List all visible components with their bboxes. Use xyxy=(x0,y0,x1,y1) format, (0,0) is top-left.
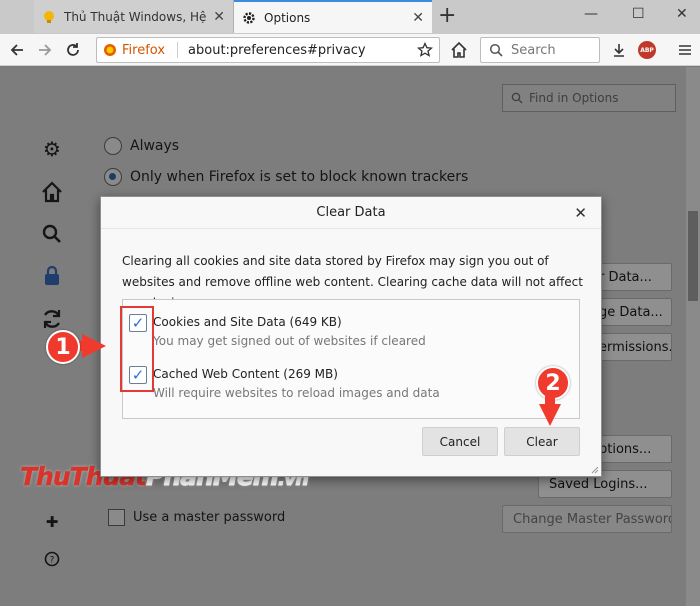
download-icon xyxy=(614,44,624,57)
sidebar-privacy[interactable] xyxy=(40,264,64,288)
clear-options-group: ✓ Cookies and Site Data (649 KB) You may… xyxy=(122,299,580,419)
option-cookies[interactable]: ✓ Cookies and Site Data (649 KB) You may… xyxy=(129,313,426,351)
clear-button[interactable]: Clear xyxy=(504,427,580,456)
puzzle-icon: ✚ xyxy=(45,513,59,531)
clear-data-dialog: Clear Data ✕ Clearing all cookies and si… xyxy=(100,196,602,477)
option-cache[interactable]: ✓ Cached Web Content (269 MB) Will requi… xyxy=(129,365,440,403)
sidebar-search[interactable] xyxy=(40,222,64,246)
tab-options[interactable]: Options ✕ xyxy=(234,0,432,33)
radio-trackers[interactable]: Only when Firefox is set to block known … xyxy=(104,168,468,186)
tab-thuthuat[interactable]: Thủ Thuật Windows, Hệ Điều H ✕ xyxy=(34,0,234,33)
url-divider xyxy=(177,42,179,58)
checkbox-label: Use a master password xyxy=(133,510,286,525)
arrow-right-icon xyxy=(82,334,106,358)
svg-text:?: ? xyxy=(50,556,55,566)
search-icon xyxy=(489,43,503,57)
dialog-title: Clear Data xyxy=(316,205,386,220)
radio-button[interactable] xyxy=(104,137,122,155)
option-label: Cookies and Site Data (649 KB) xyxy=(153,315,342,329)
sync-icon xyxy=(43,310,61,328)
new-tab-button[interactable]: + xyxy=(438,4,456,28)
checkbox[interactable] xyxy=(108,509,125,526)
change-master-password-button[interactable]: Change Master Password... xyxy=(502,505,672,533)
sidebar-extensions[interactable]: ✚ xyxy=(40,510,64,534)
radio-always[interactable]: Always xyxy=(104,137,179,155)
tab-close-icon[interactable]: ✕ xyxy=(412,10,424,26)
highlight-checkboxes xyxy=(120,306,154,392)
search-icon xyxy=(42,224,61,243)
nav-toolbar: Firefox about:preferences#privacy Search… xyxy=(0,34,700,66)
cancel-button[interactable]: Cancel xyxy=(422,427,498,456)
sidebar-sync[interactable] xyxy=(40,307,64,331)
option-sublabel: You may get signed out of websites if cl… xyxy=(153,334,426,348)
tab-title: Options xyxy=(264,10,311,25)
star-icon[interactable] xyxy=(417,42,433,58)
find-placeholder: Find in Options xyxy=(529,91,619,105)
window-close-button[interactable]: ✕ xyxy=(676,6,688,22)
step-badge-1: 1 xyxy=(46,330,80,364)
sidebar-help[interactable]: ? xyxy=(40,547,64,571)
find-in-options-input[interactable]: Find in Options xyxy=(502,84,676,112)
radio-button[interactable] xyxy=(104,168,122,186)
tab-title: Thủ Thuật Windows, Hệ Điều H xyxy=(64,9,207,24)
home-button[interactable] xyxy=(448,39,470,61)
forward-button[interactable] xyxy=(34,39,56,61)
scrollbar-thumb[interactable] xyxy=(688,211,698,301)
search-bar[interactable]: Search xyxy=(480,37,600,63)
step-badge-2: 2 xyxy=(536,366,570,400)
tab-strip: Thủ Thuật Windows, Hệ Điều H ✕ Options ✕… xyxy=(0,0,700,34)
home-icon xyxy=(451,41,467,58)
dialog-titlebar: Clear Data ✕ xyxy=(101,197,601,229)
downloads-button[interactable] xyxy=(608,39,630,61)
url-text[interactable]: about:preferences#privacy xyxy=(188,43,417,58)
radio-label: Always xyxy=(130,138,180,154)
menu-button[interactable] xyxy=(674,39,696,61)
url-brand: Firefox xyxy=(122,42,166,58)
master-password-checkbox[interactable]: Use a master password xyxy=(108,509,285,526)
search-icon xyxy=(511,92,523,104)
bulb-icon xyxy=(44,10,54,23)
maximize-button[interactable]: ☐ xyxy=(632,6,645,22)
minimize-button[interactable]: — xyxy=(584,6,598,22)
lock-icon xyxy=(45,266,59,285)
adblock-plus-icon[interactable]: ABP xyxy=(638,41,656,59)
option-label: Cached Web Content (269 MB) xyxy=(153,367,338,381)
search-placeholder: Search xyxy=(511,42,556,58)
home-icon xyxy=(42,181,62,203)
gear-icon: ⚙ xyxy=(43,137,61,161)
url-bar[interactable]: Firefox about:preferences#privacy xyxy=(96,37,440,63)
help-icon: ? xyxy=(44,551,60,567)
arrow-left-icon xyxy=(10,44,23,56)
option-sublabel: Will require websites to reload images a… xyxy=(153,386,440,400)
reload-button[interactable] xyxy=(62,39,84,61)
back-button[interactable] xyxy=(6,39,28,61)
arrow-down-icon xyxy=(539,404,561,426)
hamburger-icon xyxy=(679,45,691,55)
gear-icon xyxy=(243,11,255,24)
sidebar-home[interactable] xyxy=(40,180,64,204)
resize-grip-icon[interactable] xyxy=(589,464,599,474)
tab-close-icon[interactable]: ✕ xyxy=(213,9,225,25)
scrollbar[interactable] xyxy=(686,67,700,606)
dialog-close-icon[interactable]: ✕ xyxy=(574,204,587,222)
reload-icon xyxy=(67,43,79,56)
arrow-right-icon xyxy=(39,44,52,56)
firefox-icon xyxy=(104,44,116,56)
sidebar-general[interactable]: ⚙ xyxy=(40,137,64,161)
radio-label: Only when Firefox is set to block known … xyxy=(130,169,469,185)
